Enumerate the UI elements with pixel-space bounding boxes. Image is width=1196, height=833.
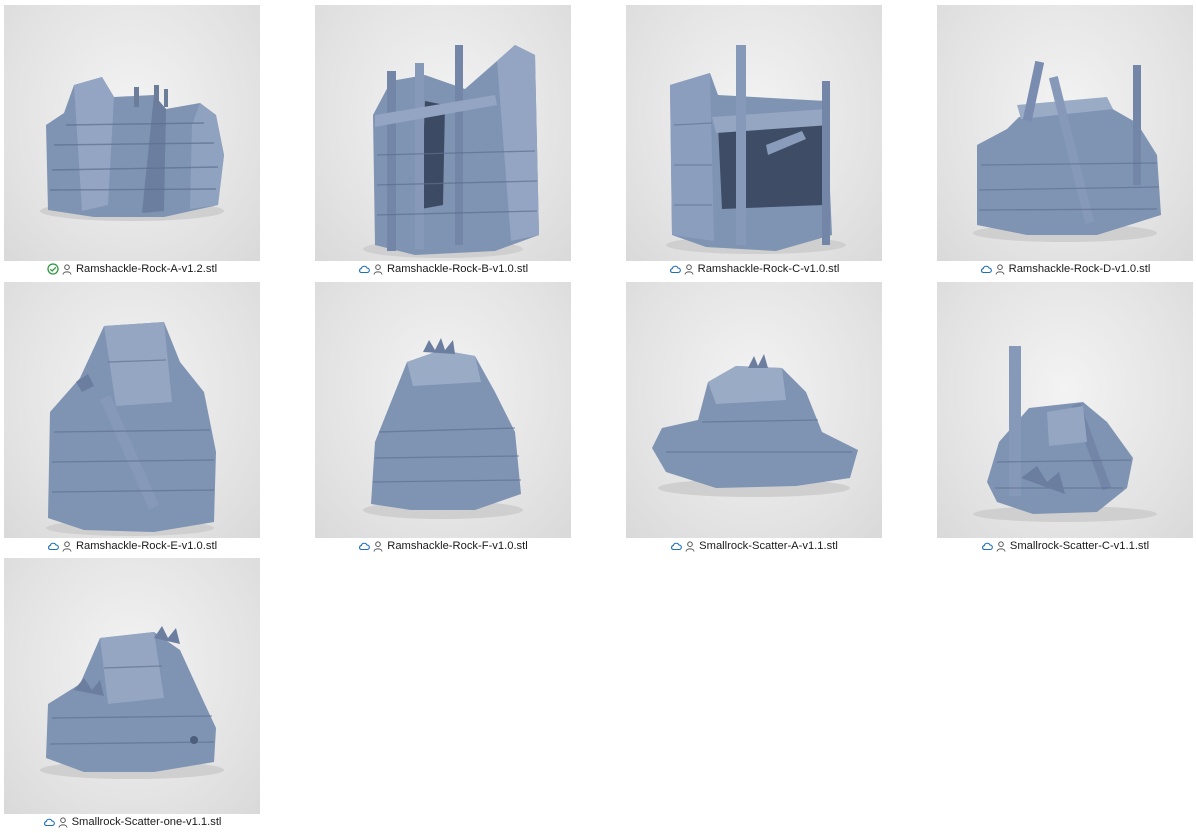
file-tile[interactable]: Smallrock-Scatter-C-v1.1.stl <box>915 277 1196 553</box>
file-label[interactable]: Ramshackle-Rock-D-v1.0.stl <box>915 262 1196 276</box>
file-tile[interactable]: Ramshackle-Rock-F-v1.0.stl <box>293 277 593 553</box>
check-circle-icon <box>47 263 59 275</box>
file-thumbnail[interactable] <box>315 282 571 538</box>
file-name: Ramshackle-Rock-F-v1.0.stl <box>387 540 528 552</box>
cloud-icon <box>981 540 993 552</box>
model-preview <box>666 45 846 254</box>
cloud-icon <box>980 263 992 275</box>
file-tile[interactable]: Ramshackle-Rock-D-v1.0.stl <box>915 0 1196 276</box>
model-preview <box>652 354 858 497</box>
file-thumbnail[interactable] <box>937 282 1193 538</box>
person-icon <box>373 263 383 275</box>
file-name: Smallrock-Scatter-C-v1.1.stl <box>1009 540 1150 552</box>
cloud-icon <box>670 540 683 552</box>
person-icon <box>62 540 72 552</box>
file-label[interactable]: Ramshackle-Rock-F-v1.0.stl <box>293 539 593 553</box>
file-thumbnail[interactable] <box>626 282 882 538</box>
file-thumbnail[interactable] <box>4 282 260 538</box>
cloud-icon <box>669 263 681 275</box>
file-tile[interactable]: Ramshackle-Rock-A-v1.2.stl <box>0 0 282 276</box>
file-label[interactable]: Ramshackle-Rock-B-v1.0.stl <box>293 262 593 276</box>
person-icon <box>373 540 383 552</box>
file-tile[interactable]: Smallrock-Scatter-A-v1.1.stl <box>604 277 904 553</box>
file-label[interactable]: Smallrock-Scatter-A-v1.1.stl <box>604 539 904 553</box>
cloud-icon <box>47 540 59 552</box>
file-tile[interactable]: Smallrock-Scatter-one-v1.1.stl <box>0 553 282 829</box>
file-label[interactable]: Ramshackle-Rock-E-v1.0.stl <box>0 539 282 553</box>
person-icon <box>995 263 1005 275</box>
file-name: Ramshackle-Rock-D-v1.0.stl <box>1008 263 1151 275</box>
file-thumbnail[interactable] <box>4 5 260 261</box>
file-tile[interactable]: Ramshackle-Rock-C-v1.0.stl <box>604 0 904 276</box>
file-name: Ramshackle-Rock-E-v1.0.stl <box>75 540 218 552</box>
file-thumbnail[interactable] <box>4 558 260 814</box>
file-label[interactable]: Smallrock-Scatter-one-v1.1.stl <box>0 815 282 829</box>
file-thumbnail[interactable] <box>626 5 882 261</box>
file-thumbnail[interactable] <box>937 5 1193 261</box>
file-name: Ramshackle-Rock-A-v1.2.stl <box>75 263 218 275</box>
cloud-icon <box>358 263 370 275</box>
person-icon <box>684 263 694 275</box>
model-preview <box>973 60 1161 242</box>
file-name: Ramshackle-Rock-C-v1.0.stl <box>697 263 840 275</box>
person-icon <box>685 540 695 552</box>
model-preview <box>363 338 523 519</box>
model-preview <box>363 45 539 258</box>
model-preview <box>973 346 1157 522</box>
file-tile[interactable]: Ramshackle-Rock-E-v1.0.stl <box>0 277 282 553</box>
person-icon <box>58 816 68 828</box>
model-preview <box>46 322 216 536</box>
model-preview <box>40 77 224 221</box>
cloud-icon <box>358 540 371 552</box>
model-preview <box>40 626 224 779</box>
file-name: Ramshackle-Rock-B-v1.0.stl <box>386 263 529 275</box>
file-label[interactable]: Ramshackle-Rock-A-v1.2.stl <box>0 262 282 276</box>
person-icon <box>62 263 72 275</box>
file-label[interactable]: Ramshackle-Rock-C-v1.0.stl <box>604 262 904 276</box>
file-thumbnail[interactable] <box>315 5 571 261</box>
cloud-icon <box>43 816 55 828</box>
file-tile[interactable]: Ramshackle-Rock-B-v1.0.stl <box>293 0 593 276</box>
file-label[interactable]: Smallrock-Scatter-C-v1.1.stl <box>915 539 1196 553</box>
file-name: Smallrock-Scatter-A-v1.1.stl <box>699 540 838 552</box>
file-name: Smallrock-Scatter-one-v1.1.stl <box>71 816 222 828</box>
person-icon <box>996 540 1006 552</box>
file-grid: Ramshackle-Rock-A-v1.2.stl Ramshackle-Ro… <box>0 0 1196 833</box>
